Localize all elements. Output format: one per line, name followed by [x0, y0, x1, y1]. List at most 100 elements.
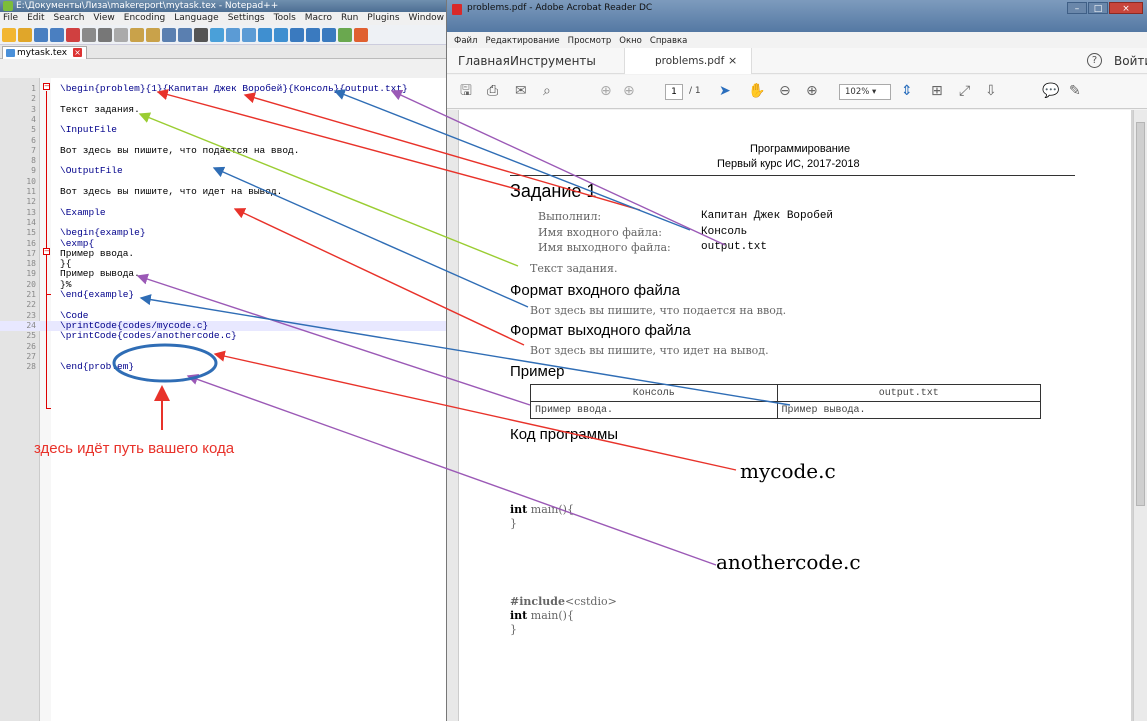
close-window-icon[interactable]: ×: [1109, 2, 1143, 14]
new-file-icon[interactable]: [2, 27, 16, 42]
open-file-icon[interactable]: [18, 27, 32, 42]
redo-icon[interactable]: [178, 27, 192, 42]
doc-map-icon[interactable]: [338, 27, 352, 42]
pdf-code1-label: mycode.c: [740, 459, 836, 483]
menu-language[interactable]: Language: [174, 12, 218, 25]
editor-line[interactable]: 13 \Example: [0, 207, 446, 218]
code-text: \OutputFile: [60, 165, 123, 177]
code-text: \begin{example}: [60, 227, 146, 239]
menu-file[interactable]: File: [3, 12, 18, 25]
pdf-example-table: Консоль output.txt Пример ввода. Пример …: [530, 384, 1041, 419]
zoom-out-icon[interactable]: ⊖: [779, 83, 791, 99]
email-icon[interactable]: ✉: [515, 83, 527, 99]
paste-icon[interactable]: [146, 27, 160, 42]
close-file-icon[interactable]: [66, 27, 80, 42]
save-icon[interactable]: 🖫: [460, 83, 472, 99]
pdf-table-header-output: output.txt: [776, 384, 1041, 402]
menu-window-ru[interactable]: Окно: [619, 34, 642, 48]
menu-help-ru[interactable]: Справка: [650, 34, 687, 48]
select-tool-icon[interactable]: ➤: [719, 83, 731, 99]
editor-line[interactable]: 3 Текст задания.: [0, 103, 446, 115]
print-icon[interactable]: [98, 27, 112, 42]
menu-view[interactable]: View: [93, 12, 114, 25]
tab-document[interactable]: problems.pdf ×: [624, 48, 752, 74]
indent-guide-icon[interactable]: [322, 27, 336, 42]
zoom-in-icon[interactable]: [226, 27, 240, 42]
code-text: Текст задания.: [60, 103, 140, 115]
fit-width-icon[interactable]: ⊞: [931, 83, 943, 99]
find-icon[interactable]: [194, 27, 208, 42]
editor-line[interactable]: 21 \end{example}: [0, 290, 446, 300]
close-all-icon[interactable]: [82, 27, 96, 42]
editor-line[interactable]: 26: [0, 342, 446, 352]
menu-search[interactable]: Search: [54, 12, 85, 25]
close-doc-tab-icon[interactable]: ×: [728, 54, 737, 67]
zoom-in-icon[interactable]: ⊕: [806, 83, 818, 99]
file-icon: [6, 49, 15, 57]
sync-v-icon[interactable]: [258, 27, 272, 42]
menu-view-ru[interactable]: Просмотр: [568, 34, 612, 48]
editor-line[interactable]: 7 Вот здесь вы пишите, что подается на вв…: [0, 145, 446, 156]
menu-edit[interactable]: Edit: [27, 12, 44, 25]
fit-page-icon[interactable]: ⇕: [901, 83, 913, 99]
code-text: \InputFile: [60, 124, 118, 136]
menu-run[interactable]: Run: [341, 12, 358, 25]
undo-icon[interactable]: [162, 27, 176, 42]
page-number-input[interactable]: 1: [665, 84, 683, 100]
save-icon[interactable]: [34, 27, 48, 42]
editor-line[interactable]: 9 \OutputFile: [0, 165, 446, 177]
menu-encoding[interactable]: Encoding: [124, 12, 165, 25]
sync-h-icon[interactable]: [274, 27, 288, 42]
menu-macro[interactable]: Macro: [305, 12, 332, 25]
copy-icon[interactable]: [130, 27, 144, 42]
tab-home[interactable]: Главная: [458, 54, 510, 68]
maximize-icon[interactable]: □: [1088, 2, 1108, 14]
editor-line[interactable]: 1 \begin{problem}{1}{Капитан Джек Воробей…: [0, 84, 446, 94]
word-wrap-icon[interactable]: [290, 27, 304, 42]
highlight-pen-icon[interactable]: ✎: [1069, 83, 1081, 99]
previous-page-icon[interactable]: ⊕: [600, 83, 612, 99]
left-pane-collapsed[interactable]: [447, 110, 459, 721]
editor-line[interactable]: 15 \begin{example}: [0, 227, 446, 239]
tab-mytask[interactable]: mytask.tex ×: [2, 46, 88, 59]
editor-line[interactable]: 11 Вот здесь вы пишите, что идет на вывод…: [0, 187, 446, 197]
tab-tools[interactable]: Инструменты: [510, 54, 596, 68]
replace-icon[interactable]: [210, 27, 224, 42]
scroll-mode-icon[interactable]: ⇩: [985, 83, 997, 99]
sign-in-button[interactable]: Войти: [1114, 54, 1147, 68]
code-editor[interactable]: 1 \begin{problem}{1}{Капитан Джек Воробей…: [0, 78, 446, 721]
line-number: 3: [31, 104, 36, 114]
line-number: 8: [31, 156, 36, 166]
hand-tool-icon[interactable]: ✋: [748, 83, 765, 99]
print-icon[interactable]: ⎙: [487, 83, 498, 99]
minimize-icon[interactable]: –: [1067, 2, 1087, 14]
editor-line[interactable]: 5 \InputFile: [0, 124, 446, 136]
editor-line[interactable]: 25 \printCode{codes/anothercode.c}: [0, 331, 446, 341]
zoom-select[interactable]: 102% ▾: [839, 84, 891, 100]
save-all-icon[interactable]: [50, 27, 64, 42]
menu-window[interactable]: Window: [409, 12, 445, 25]
fold-toggle-example[interactable]: −: [43, 248, 50, 255]
function-list-icon[interactable]: [354, 27, 368, 42]
line-number: 23: [26, 310, 36, 320]
full-screen-icon[interactable]: ⤢: [959, 83, 970, 99]
menu-tools[interactable]: Tools: [274, 12, 296, 25]
menu-edit-ru[interactable]: Редактирование: [485, 34, 559, 48]
close-tab-icon[interactable]: ×: [73, 48, 83, 57]
scrollbar-thumb[interactable]: [1136, 122, 1145, 506]
cut-icon[interactable]: [114, 27, 128, 42]
menu-settings[interactable]: Settings: [228, 12, 265, 25]
vertical-scrollbar[interactable]: [1133, 110, 1147, 721]
editor-line[interactable]: 28 \end{problem}: [0, 362, 446, 372]
help-icon[interactable]: ?: [1087, 53, 1102, 68]
fold-end-problem: [46, 408, 51, 409]
comment-icon[interactable]: 💬: [1042, 83, 1059, 99]
search-icon[interactable]: ⌕: [543, 83, 551, 99]
zoom-out-icon[interactable]: [242, 27, 256, 42]
menu-file-ru[interactable]: Файл: [454, 34, 477, 48]
fold-toggle-problem[interactable]: −: [43, 83, 50, 90]
document-viewer[interactable]: Программирование Первый курс ИС, 2017-20…: [447, 110, 1147, 721]
next-page-icon[interactable]: ⊕: [623, 83, 635, 99]
show-all-chars-icon[interactable]: [306, 27, 320, 42]
menu-plugins[interactable]: Plugins: [367, 12, 399, 25]
